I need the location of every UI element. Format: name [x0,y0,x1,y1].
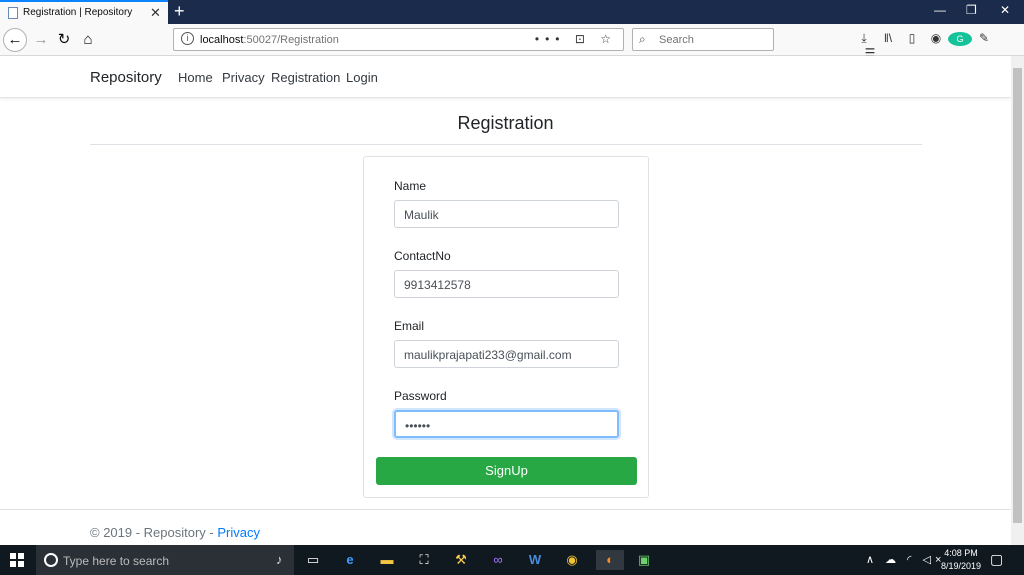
back-icon[interactable]: ← [3,28,27,52]
url-path: :50027/Registration [243,34,339,46]
firefox-icon[interactable]: ◐ [596,550,624,570]
browser-search-input[interactable]: ⌕ Search [632,28,774,51]
footer-text: © 2019 - Repository - Privacy [90,525,260,540]
contact-label: ContactNo [394,249,451,263]
browser-tab[interactable]: Registration | Repository ✕ [0,0,168,24]
site-brand[interactable]: Repository [90,69,162,86]
system-tray-icons[interactable]: ∧ ☁ ◜ ◁× [866,553,945,566]
signup-button[interactable]: SignUp [376,457,637,485]
browser-toolbar: ← → ↻ ⌂ i localhost:50027/Registration •… [0,24,1024,60]
task-view-icon[interactable]: ▭ [302,550,324,570]
scrollbar-thumb[interactable] [1013,68,1022,523]
home-icon[interactable]: ⌂ [77,29,99,51]
page-actions-icon[interactable]: ••• ⊡ ☆ [535,32,617,46]
sidebar-icon[interactable]: ▯ [900,31,924,45]
site-info-icon[interactable]: i [181,32,194,45]
page-scrollbar[interactable] [1011,56,1024,545]
tab-title: Registration | Repository [23,7,133,18]
web-page: Repository Home Privacy Registration Log… [0,56,1011,545]
title-divider [90,144,922,145]
password-field[interactable]: •••••• [394,410,619,438]
close-window-icon[interactable]: ✕ [1000,3,1010,17]
store-icon[interactable]: ⛶ [413,550,435,570]
browser-titlebar: Registration | Repository ✕ + — ❐ ✕ [0,0,1024,24]
microphone-icon[interactable]: ♪ [276,552,283,567]
password-label: Password [394,389,447,403]
name-label: Name [394,179,427,193]
site-navbar: Repository Home Privacy Registration Log… [0,56,1011,98]
registration-form: Name Maulik ContactNo 9913412578 Email m… [363,156,649,498]
library-icon[interactable]: ‖\ [876,31,900,45]
email-field[interactable]: maulikprajapati233@gmail.com [394,340,619,368]
word-icon[interactable]: W [524,550,546,570]
windows-start-icon[interactable] [10,553,24,567]
new-tab-button[interactable]: + [174,0,185,22]
tools-app-icon[interactable]: ⚒ [450,550,472,570]
reload-icon[interactable]: ↻ [53,29,75,51]
nav-registration[interactable]: Registration [271,70,340,85]
clock-date: 8/19/2019 [940,561,982,571]
email-label: Email [394,319,425,333]
search-placeholder: Search [659,34,694,46]
nav-login[interactable]: Login [346,70,378,85]
taskbar-clock[interactable]: 4:08 PM 8/19/2019 [938,547,984,573]
nav-home[interactable]: Home [178,70,213,85]
clock-time: 4:08 PM [944,548,978,558]
grammarly-icon[interactable]: G [948,31,972,46]
forward-icon[interactable]: → [30,29,52,51]
taskbar-search-input[interactable]: Type here to search ♪ [36,545,294,575]
nav-privacy[interactable]: Privacy [222,70,265,85]
close-tab-icon[interactable]: ✕ [150,5,161,21]
taskbar-search-placeholder: Type here to search [63,554,170,568]
notification-icon[interactable]: ▢ [990,551,1003,568]
copyright-text: © 2019 - Repository - [90,525,218,540]
site-footer: © 2019 - Repository - Privacy [0,509,1011,545]
contact-field[interactable]: 9913412578 [394,270,619,298]
restore-icon[interactable]: ❐ [966,3,977,17]
footer-privacy-link[interactable]: Privacy [217,525,260,540]
cortana-icon [44,553,58,567]
visual-studio-icon[interactable]: ∞ [487,550,509,570]
file-explorer-icon[interactable]: ▬ [376,550,398,570]
image-app-icon[interactable]: ▣ [633,550,655,570]
url-text[interactable]: localhost:50027/Registration [200,34,339,46]
url-host: localhost [200,34,244,46]
chrome-icon[interactable]: ◉ [561,550,583,570]
download-icon[interactable]: ⤓ [852,31,876,46]
page-title: Registration [457,113,554,133]
search-icon: ⌕ [639,32,646,46]
eyedropper-icon[interactable]: ✎ [972,31,996,45]
minimize-icon[interactable]: — [934,3,946,17]
edge-icon[interactable]: e [339,550,361,570]
name-field[interactable]: Maulik [394,200,619,228]
account-icon[interactable]: ◉ [924,31,948,45]
windows-taskbar: Type here to search ♪ ▭ e ▬ ⛶ ⚒ ∞ W ◉ ◐ … [0,545,1024,575]
page-favicon-icon [8,7,18,19]
address-bar[interactable]: i localhost:50027/Registration ••• ⊡ ☆ [173,28,624,51]
